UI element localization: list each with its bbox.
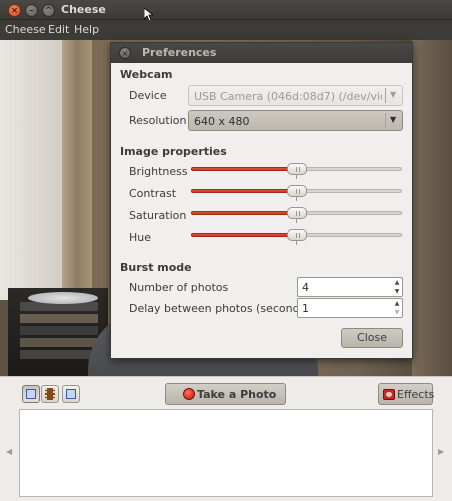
thumbnail-strip[interactable] [19,409,433,497]
window-minimize-button[interactable]: – [25,4,38,17]
saturation-handle[interactable] [287,207,307,219]
chevron-down-icon: ▼ [390,90,397,99]
burst-mode-button[interactable] [62,385,80,403]
hue-fill [191,233,297,237]
thumbnails-scroll-right-icon[interactable]: ▶ [438,447,444,456]
contrast-label: Contrast [129,187,177,200]
preferences-titlebar: × Preferences [111,43,412,63]
photo-mode-button[interactable] [22,385,40,403]
window-maximize-button[interactable]: ^ [42,4,55,17]
resolution-value: 640 x 480 [194,115,250,128]
preferences-title: Preferences [142,46,217,59]
preferences-dialog: × Preferences Webcam Device USB Camera (… [110,42,413,359]
photo-mode-icon [26,389,36,399]
device-value: USB Camera (046d:08d7) (/dev/video0) [194,90,382,103]
hue-handle[interactable] [287,229,307,241]
take-photo-label: Take a Photo [197,388,277,401]
viewport-window-light [0,40,70,300]
hue-slider[interactable] [191,225,402,245]
spin-up-icon[interactable]: ▲ [392,299,402,308]
menu-cheese[interactable]: Cheese [5,23,46,36]
viewport-disc [28,292,98,304]
thumbnails-scroll-left-icon[interactable]: ◀ [6,447,12,456]
saturation-fill [191,211,297,215]
hue-label: Hue [129,231,152,244]
record-icon [183,388,195,400]
window-titlebar: × – ^ Cheese [0,0,452,22]
delay-value: 1 [302,302,309,315]
webcam-heading: Webcam [120,68,173,81]
spin-up-icon[interactable]: ▲ [392,278,402,287]
spin-down-icon[interactable]: ▼ [392,287,402,296]
bottom-panel: Take a Photo Effects ◀ ▶ [0,376,452,501]
spin-down-icon[interactable]: ▼ [392,308,402,317]
menubar: Cheese Edit Help [0,20,452,40]
window-title: Cheese [61,3,106,16]
device-label: Device [129,89,167,102]
contrast-fill [191,189,297,193]
brightness-fill [191,167,297,171]
effects-icon [383,389,395,400]
effects-label: Effects [397,388,435,401]
video-mode-icon [45,388,55,400]
brightness-slider[interactable] [191,159,402,179]
chevron-down-icon: ▼ [390,115,397,124]
brightness-label: Brightness [129,165,188,178]
saturation-slider[interactable] [191,203,402,223]
viewport-right-wall [412,40,452,376]
delay-label: Delay between photos (seconds) [129,302,310,315]
effects-button[interactable]: Effects [378,383,435,405]
video-mode-button[interactable] [41,385,59,403]
menu-help[interactable]: Help [74,23,99,36]
window-close-button[interactable]: × [8,4,21,17]
close-button[interactable]: Close [341,328,403,348]
number-of-photos-value: 4 [302,281,309,294]
resolution-label: Resolution [129,114,187,127]
resolution-combo[interactable]: 640 x 480 ▼ [188,110,403,131]
image-properties-heading: Image properties [120,145,227,158]
number-of-photos-spinner[interactable]: 4 ▲ ▼ [297,277,403,297]
contrast-handle[interactable] [287,185,307,197]
device-combo[interactable]: USB Camera (046d:08d7) (/dev/video0) ▼ [188,85,403,106]
number-of-photos-label: Number of photos [129,281,229,294]
brightness-handle[interactable] [287,163,307,175]
take-photo-button[interactable]: Take a Photo [165,383,286,405]
burst-mode-icon [66,389,76,399]
burst-mode-heading: Burst mode [120,261,192,274]
preferences-close-icon[interactable]: × [119,47,131,59]
menu-edit[interactable]: Edit [48,23,69,36]
delay-spinner[interactable]: 1 ▲ ▼ [297,298,403,318]
saturation-label: Saturation [129,209,187,222]
contrast-slider[interactable] [191,181,402,201]
